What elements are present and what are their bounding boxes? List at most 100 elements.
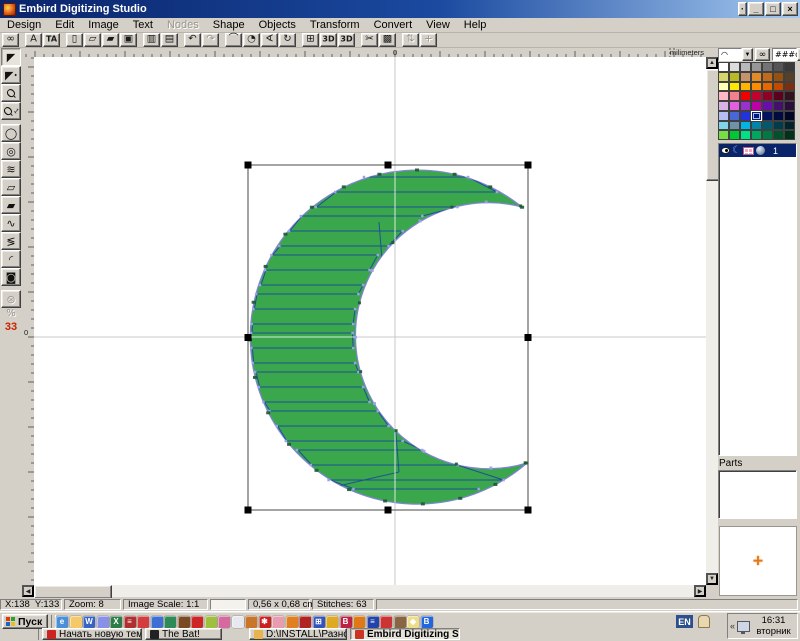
palette-swatch[interactable]: [762, 111, 773, 121]
palette-swatch[interactable]: [751, 82, 762, 92]
window-extra-button[interactable]: ·: [738, 2, 747, 16]
quicklaunch-icon[interactable]: W: [83, 616, 95, 628]
paste-button[interactable]: ▤: [161, 33, 178, 47]
palette-swatch[interactable]: [784, 121, 795, 131]
palette-swatch[interactable]: [751, 111, 762, 121]
palette-swatch[interactable]: [729, 111, 740, 121]
palette-swatch[interactable]: [751, 91, 762, 101]
menu-image[interactable]: Image: [81, 18, 126, 32]
design-canvas[interactable]: [34, 57, 706, 585]
quicklaunch-icon[interactable]: B: [340, 616, 352, 628]
collapse-tray-icon[interactable]: «: [730, 621, 735, 631]
copy-button[interactable]: ▥: [143, 33, 160, 47]
palette-swatch[interactable]: [729, 130, 740, 140]
palette-swatch[interactable]: [773, 91, 784, 101]
quicklaunch-icon[interactable]: [151, 616, 163, 628]
palette-swatch[interactable]: [762, 62, 773, 72]
curve-combo-dropdown-icon[interactable]: ▼: [742, 48, 753, 61]
menu-nodes[interactable]: Nodes: [160, 18, 206, 32]
tool-column[interactable]: ▱: [1, 178, 21, 196]
palette-swatch[interactable]: [740, 101, 751, 111]
curve-style-combo[interactable]: ◠ ▼: [718, 48, 753, 61]
palette-swatch[interactable]: [751, 130, 762, 140]
visibility-eye-icon[interactable]: [721, 147, 730, 154]
quicklaunch-icon[interactable]: [245, 616, 257, 628]
text-transform-button[interactable]: TA: [43, 33, 60, 47]
quicklaunch-icon[interactable]: [380, 616, 392, 628]
pattern-combo[interactable]: ###c ▼: [772, 48, 800, 61]
scroll-up-button[interactable]: ▲: [706, 57, 718, 69]
palette-swatch[interactable]: [762, 72, 773, 82]
selection-handle[interactable]: [525, 334, 532, 341]
palette-swatch[interactable]: [740, 130, 751, 140]
selection-handle[interactable]: [245, 334, 252, 341]
knife-button[interactable]: ✂: [361, 33, 378, 47]
palette-swatch[interactable]: [751, 101, 762, 111]
image-fabric-button[interactable]: ▩: [379, 33, 396, 47]
menu-edit[interactable]: Edit: [48, 18, 81, 32]
quicklaunch-icon[interactable]: [137, 616, 149, 628]
view-3d-button[interactable]: 3D: [320, 33, 337, 47]
new-design-button[interactable]: ▯: [66, 33, 83, 47]
quicklaunch-icon[interactable]: [97, 616, 109, 628]
view-3d-stitch-button[interactable]: 3D: [338, 33, 355, 47]
menu-shape[interactable]: Shape: [206, 18, 252, 32]
find-button[interactable]: ∞: [2, 33, 19, 47]
palette-swatch[interactable]: [773, 111, 784, 121]
palette-swatch[interactable]: [762, 82, 773, 92]
palette-swatch[interactable]: [762, 91, 773, 101]
palette-swatch[interactable]: [740, 82, 751, 92]
tool-sfumato[interactable]: ◙: [1, 268, 21, 286]
gauge-button[interactable]: ◔: [243, 33, 260, 47]
tool-arc[interactable]: ◜: [1, 250, 21, 268]
palette-swatch[interactable]: [729, 82, 740, 92]
tool-zigzag[interactable]: ≶: [1, 232, 21, 250]
window-close-button[interactable]: ×: [782, 2, 798, 16]
menu-convert[interactable]: Convert: [367, 18, 420, 32]
tool-column-2[interactable]: ▰: [1, 196, 21, 214]
menu-objects[interactable]: Objects: [252, 18, 303, 32]
palette-swatch[interactable]: [718, 82, 729, 92]
selection-handle[interactable]: [385, 162, 392, 169]
selection-handle[interactable]: [385, 507, 392, 514]
tool-fill-waves[interactable]: ≋: [1, 160, 21, 178]
palette-swatch[interactable]: [784, 91, 795, 101]
menu-help[interactable]: Help: [457, 18, 494, 32]
quicklaunch-icon[interactable]: [191, 616, 203, 628]
tool-fill-hole[interactable]: ◎: [1, 142, 21, 160]
tool-edit-nodes[interactable]: ◤▪: [1, 66, 21, 84]
quicklaunch-icon[interactable]: [272, 616, 284, 628]
quicklaunch-icon[interactable]: [205, 616, 217, 628]
palette-swatch[interactable]: [751, 72, 762, 82]
object-list[interactable]: ☾ 1: [718, 143, 797, 456]
quicklaunch-icon[interactable]: [299, 616, 311, 628]
quicklaunch-icon[interactable]: [232, 616, 244, 628]
palette-swatch[interactable]: [784, 111, 795, 121]
palette-swatch[interactable]: [784, 101, 795, 111]
quicklaunch-icon[interactable]: e: [56, 616, 68, 628]
tool-outline[interactable]: ∿: [1, 214, 21, 232]
palette-swatch[interactable]: [740, 72, 751, 82]
menu-text[interactable]: Text: [126, 18, 160, 32]
tool-fill-shape[interactable]: ◯: [1, 124, 21, 142]
palette-swatch[interactable]: [718, 111, 729, 121]
menu-view[interactable]: View: [419, 18, 457, 32]
language-indicator[interactable]: EN: [676, 615, 693, 628]
lettering-button[interactable]: A: [25, 33, 42, 47]
palette-swatch[interactable]: [762, 121, 773, 131]
palette-swatch[interactable]: [773, 72, 784, 82]
quicklaunch-icon[interactable]: [218, 616, 230, 628]
tool-select[interactable]: ◤: [1, 48, 21, 66]
palette-swatch[interactable]: [718, 62, 729, 72]
palette-swatch[interactable]: [729, 72, 740, 82]
quicklaunch-icon[interactable]: ≡: [124, 616, 136, 628]
selection-handle[interactable]: [245, 162, 252, 169]
palette-swatch[interactable]: [718, 130, 729, 140]
rotate-button[interactable]: ↻: [279, 33, 296, 47]
open-design-button[interactable]: ▱: [84, 33, 101, 47]
angle-button[interactable]: ∢: [261, 33, 278, 47]
parts-list[interactable]: [718, 470, 797, 519]
quicklaunch-icon[interactable]: [394, 616, 406, 628]
compass-button[interactable]: ⌒: [225, 33, 242, 47]
preview-pane[interactable]: +: [719, 526, 797, 596]
